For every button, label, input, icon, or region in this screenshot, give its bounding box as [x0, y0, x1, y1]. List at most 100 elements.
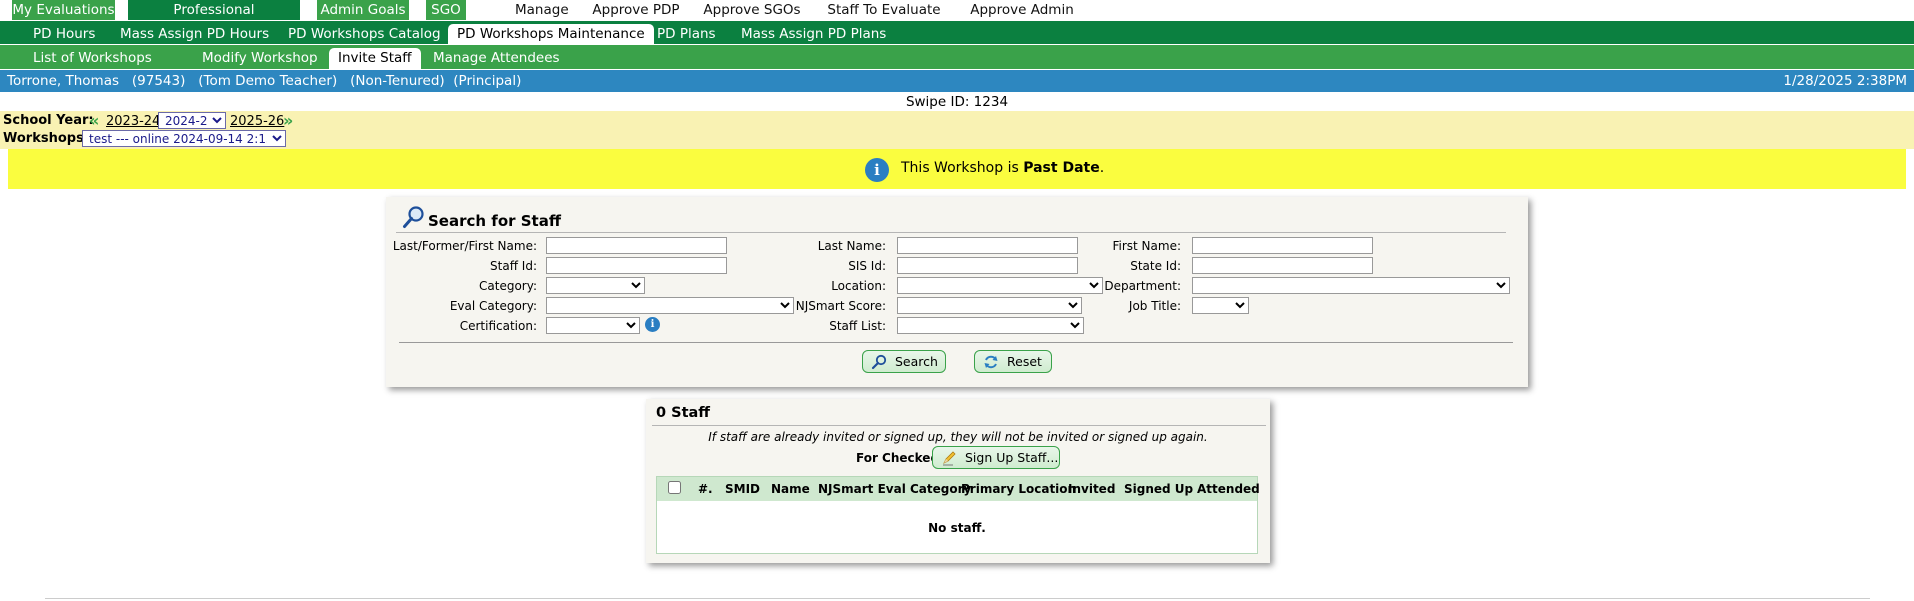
- tab-pd-hours[interactable]: PD Hours: [24, 24, 104, 44]
- tab-pd-workshops-catalog[interactable]: PD Workshops Catalog: [279, 24, 450, 44]
- link-staff-to-evaluate[interactable]: Staff To Evaluate: [820, 0, 948, 20]
- staff-list-select[interactable]: [897, 317, 1084, 334]
- col-njsmart-eval-category[interactable]: NJSmart Eval Category: [818, 482, 971, 496]
- refresh-icon: [984, 355, 998, 369]
- next-year-link[interactable]: 2025-26: [230, 114, 284, 129]
- department-select[interactable]: [1192, 277, 1510, 294]
- category-select[interactable]: [546, 277, 645, 294]
- reset-button[interactable]: Reset: [974, 350, 1052, 373]
- tab-manage-attendees[interactable]: Manage Attendees: [424, 48, 569, 69]
- last-name-label: Last Name:: [817, 239, 886, 253]
- prev-year-arrow-icon[interactable]: «: [89, 113, 99, 129]
- njsmart-score-select[interactable]: [897, 297, 1082, 314]
- tab-mass-assign-pd-plans[interactable]: Mass Assign PD Plans: [732, 24, 895, 44]
- last-former-first-input[interactable]: [546, 237, 727, 254]
- staff-table: #. SMID Name NJSmart Eval Category Prima…: [656, 476, 1260, 554]
- col-primary-location[interactable]: Primary Location: [961, 482, 1076, 496]
- link-approve-pdp[interactable]: Approve PDP: [592, 0, 680, 20]
- col-smid[interactable]: SMID: [725, 482, 760, 496]
- workshops-select[interactable]: test --- online 2024-09-14 2:15PM: [82, 130, 286, 147]
- prev-year-link[interactable]: 2023-24: [106, 114, 160, 129]
- next-year-arrow-icon[interactable]: »: [283, 113, 293, 129]
- search-divider: [396, 232, 1482, 233]
- staff-id-input[interactable]: [546, 257, 727, 274]
- user-id: (97543): [131, 73, 186, 89]
- tab-modify-workshop[interactable]: Modify Workshop: [193, 48, 327, 69]
- col-signed-up[interactable]: Signed Up: [1124, 482, 1193, 496]
- info-icon: i: [865, 158, 889, 182]
- search-button[interactable]: Search: [862, 350, 946, 373]
- reset-button-label: Reset: [1007, 354, 1042, 369]
- school-year-select[interactable]: 2024-25: [158, 112, 226, 129]
- search-title: Search for Staff: [428, 212, 561, 230]
- link-approve-admin-goals[interactable]: Approve Admin Goals: [952, 0, 1092, 38]
- tab-pd-plans[interactable]: PD Plans: [648, 24, 725, 44]
- last-name-input[interactable]: [897, 237, 1078, 254]
- banner-message: This Workshop is Past Date.: [901, 160, 1104, 176]
- certification-info-icon[interactable]: i: [645, 317, 660, 332]
- secondary-nav: PD Hours Mass Assign PD Hours PD Worksho…: [0, 21, 1914, 44]
- state-id-input[interactable]: [1192, 257, 1373, 274]
- user-demo-label: (Tom Demo Teacher): [198, 73, 338, 89]
- current-datetime: 1/28/2025 2:38PM: [1783, 73, 1907, 89]
- school-year-band: School Year: « 2023-24 2024-25 2025-26 »…: [0, 111, 1914, 149]
- magnifier-icon: [403, 206, 424, 228]
- link-approve-sgos[interactable]: Approve SGOs: [703, 0, 801, 20]
- results-panel: 0 Staff If staff are already invited or …: [646, 399, 1270, 563]
- link-manage[interactable]: Manage: [515, 0, 569, 20]
- tab-mass-assign-pd-hours[interactable]: Mass Assign PD Hours: [111, 24, 278, 44]
- tab-pd-workshops-maintenance[interactable]: PD Workshops Maintenance: [448, 24, 654, 44]
- first-name-label: First Name:: [1112, 239, 1181, 253]
- primary-nav: My Evaluations Professional Development …: [0, 0, 1914, 38]
- job-title-label: Job Title:: [1128, 299, 1181, 313]
- footer-divider: [45, 598, 1870, 599]
- results-title: 0 Staff: [656, 405, 711, 421]
- sis-id-label: SIS Id:: [848, 259, 886, 273]
- banner-suffix: .: [1099, 160, 1105, 176]
- department-label: Department:: [1104, 279, 1181, 293]
- search-button-label: Search: [895, 354, 938, 369]
- no-staff-message: No staff.: [928, 521, 986, 535]
- first-name-input[interactable]: [1192, 237, 1373, 254]
- col-number[interactable]: #.: [698, 482, 713, 496]
- user-role: (Principal): [453, 73, 522, 89]
- user-details: Torrone, Thomas (97543) (Tom Demo Teache…: [7, 70, 521, 92]
- tab-invite-staff[interactable]: Invite Staff: [329, 48, 421, 69]
- table-header: #. SMID Name NJSmart Eval Category Prima…: [657, 477, 1260, 501]
- location-select[interactable]: [897, 277, 1103, 294]
- search-bottom-divider: [399, 342, 1513, 343]
- staff-list-label: Staff List:: [829, 319, 886, 333]
- sis-id-input[interactable]: [897, 257, 1078, 274]
- for-checked-label: For Checked:: [856, 451, 944, 465]
- results-divider: [652, 425, 1216, 426]
- eval-category-label: Eval Category:: [449, 299, 537, 313]
- certification-select[interactable]: [546, 317, 640, 334]
- col-invited[interactable]: Invited: [1068, 482, 1115, 496]
- col-name[interactable]: Name: [771, 482, 810, 496]
- tab-sgo[interactable]: SGO: [426, 0, 466, 20]
- tab-admin-goals[interactable]: Admin Goals: [317, 0, 409, 20]
- sign-up-staff-label: Sign Up Staff...: [965, 450, 1059, 465]
- tab-my-evaluations[interactable]: My Evaluations: [12, 0, 115, 20]
- tab-list-of-workshops[interactable]: List of Workshops: [24, 48, 161, 69]
- user-info-bar: Torrone, Thomas (97543) (Tom Demo Teache…: [0, 70, 1914, 92]
- search-icon: [871, 354, 887, 370]
- results-note: If staff are already invited or signed u…: [708, 430, 1208, 444]
- user-name: Torrone, Thomas: [7, 73, 120, 89]
- state-id-label: State Id:: [1130, 259, 1181, 273]
- search-divider-end: [1472, 232, 1506, 233]
- last-former-first-label: Last/Former/First Name:: [392, 239, 537, 253]
- tertiary-nav: List of Workshops Modify Workshop Invite…: [0, 45, 1914, 69]
- sign-up-staff-button[interactable]: Sign Up Staff...: [932, 446, 1060, 469]
- school-year-label: School Year:: [3, 113, 94, 128]
- col-attended[interactable]: Attended: [1197, 482, 1260, 496]
- banner-status: Past Date: [1023, 160, 1100, 176]
- swipe-id: Swipe ID: 1234: [905, 94, 1009, 110]
- njsmart-score-label: NJSmart Score:: [795, 299, 886, 313]
- job-title-select[interactable]: [1192, 297, 1249, 314]
- location-label: Location:: [831, 279, 886, 293]
- select-all-checkbox[interactable]: [668, 481, 681, 494]
- past-date-banner: i This Workshop is Past Date.: [8, 149, 1906, 189]
- tab-professional-development[interactable]: Professional Development: [128, 0, 300, 38]
- banner-prefix: This Workshop is: [901, 160, 1024, 176]
